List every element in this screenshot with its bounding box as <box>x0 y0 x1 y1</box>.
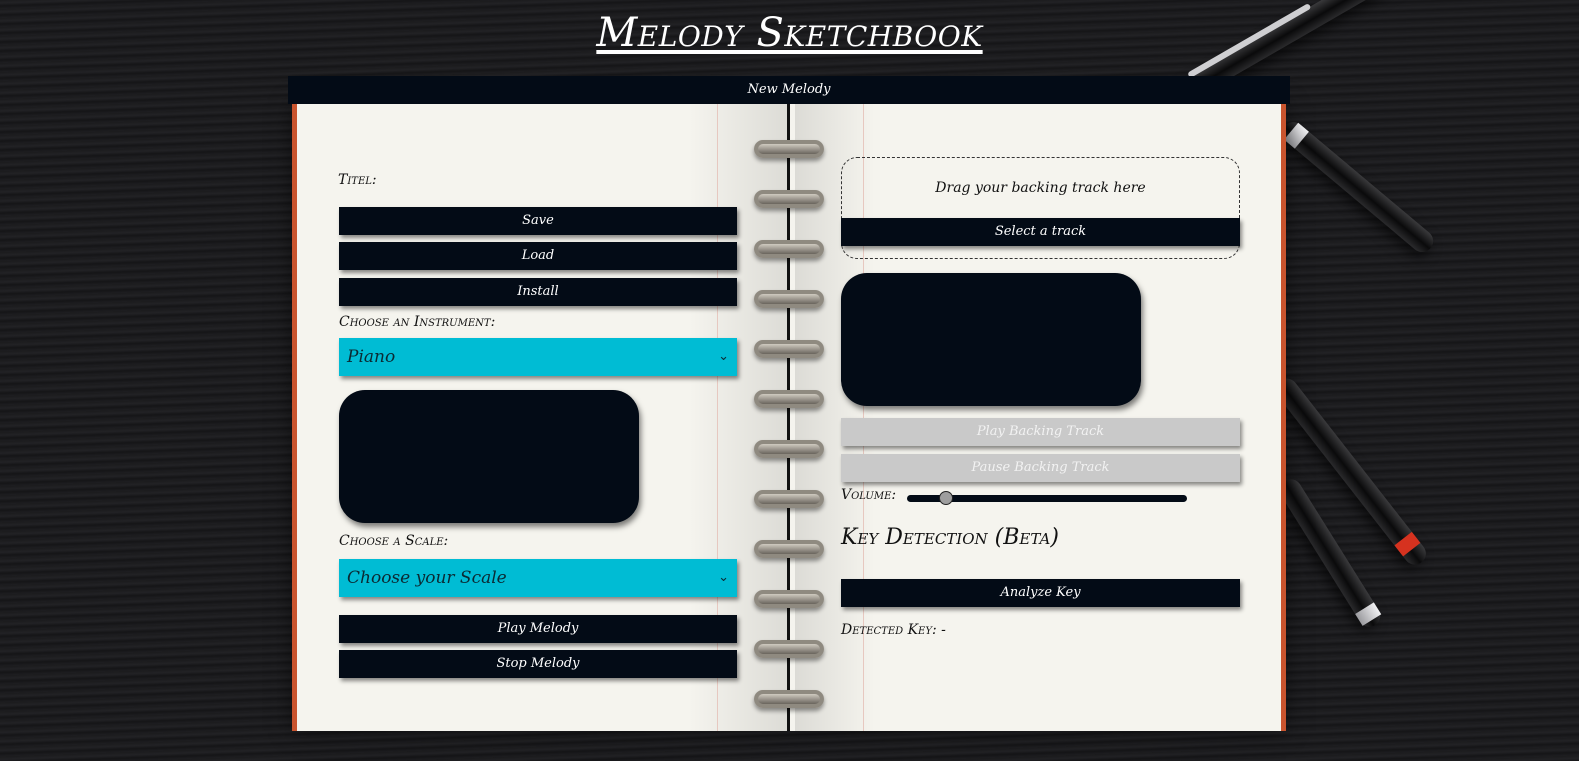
chevron-down-icon: ⌄ <box>718 349 729 364</box>
title-label: Titel: <box>338 172 377 188</box>
key-detection-heading: Key Detection (Beta) <box>841 525 1059 550</box>
stop-melody-button[interactable]: Stop Melody <box>339 650 737 678</box>
instrument-label: Choose an Instrument: <box>339 314 496 330</box>
select-track-button[interactable]: Select a track <box>841 218 1240 246</box>
backing-track-display-panel <box>841 273 1141 406</box>
instrument-select-value: Piano <box>347 347 396 367</box>
chevron-down-icon: ⌄ <box>718 570 729 585</box>
scale-label: Choose a Scale: <box>339 533 449 549</box>
install-button[interactable]: Install <box>339 278 737 306</box>
drop-zone-text: Drag your backing track here <box>935 180 1146 196</box>
new-melody-button[interactable]: New Melody <box>288 76 1290 104</box>
scale-select-value: Choose your Scale <box>347 568 507 588</box>
volume-label: Volume: <box>841 487 897 503</box>
instrument-display-panel <box>339 390 639 523</box>
volume-slider-thumb[interactable] <box>938 491 953 505</box>
pause-backing-track-button[interactable]: Pause Backing Track <box>841 454 1240 482</box>
instrument-select[interactable]: Piano ⌄ <box>339 338 737 376</box>
scale-select[interactable]: Choose your Scale ⌄ <box>339 559 737 597</box>
detected-key-text: Detected Key: - <box>841 622 946 638</box>
app-title: Melody Sketchbook <box>596 10 983 56</box>
load-button[interactable]: Load <box>339 242 737 270</box>
play-backing-track-button[interactable]: Play Backing Track <box>841 418 1240 446</box>
analyze-key-button[interactable]: Analyze Key <box>841 579 1240 607</box>
save-button[interactable]: Save <box>339 207 737 235</box>
play-melody-button[interactable]: Play Melody <box>339 615 737 643</box>
